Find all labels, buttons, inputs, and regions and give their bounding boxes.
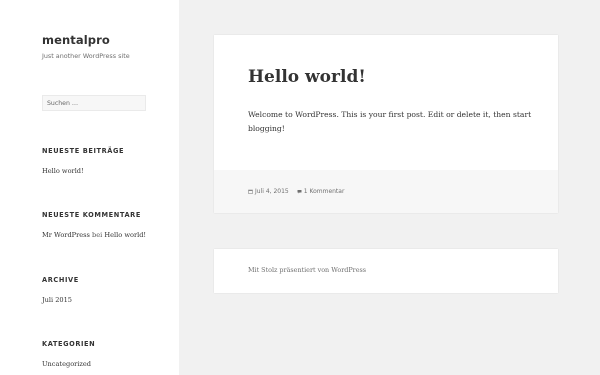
- comment-icon: [297, 190, 302, 194]
- post-meta: Juli 4, 2015 1 Kommentar: [248, 188, 344, 195]
- post-comments[interactable]: 1 Kommentar: [304, 188, 345, 195]
- category-link-text[interactable]: Uncategorized: [42, 360, 91, 368]
- categories-title: KATEGORIEN: [42, 340, 96, 348]
- recent-comments-title: NEUESTE KOMMENTARE: [42, 211, 141, 219]
- site-title[interactable]: mentalpro: [42, 33, 110, 47]
- comment-author-link[interactable]: Mr WordPress: [42, 231, 90, 239]
- comment-connector: bei: [92, 231, 103, 239]
- sidebar: mentalpro Just another WordPress site NE…: [0, 0, 179, 375]
- recent-post-link[interactable]: Hello world!: [42, 167, 84, 175]
- footer-credit-link[interactable]: Mit Stolz präsentiert von WordPress: [248, 266, 366, 274]
- category-link[interactable]: Uncategorized: [42, 360, 91, 368]
- post-footer: Juli 4, 2015 1 Kommentar: [214, 170, 558, 213]
- post-card: Hello world! Welcome to WordPress. This …: [214, 35, 558, 213]
- recent-posts-title: NEUESTE BEITRÄGE: [42, 147, 125, 155]
- post-comments-link[interactable]: 1 Kommentar: [297, 188, 345, 195]
- recent-comment-item: Mr WordPress bei Hello world!: [42, 231, 146, 239]
- site-description: Just another WordPress site: [42, 52, 130, 60]
- archive-link[interactable]: Juli 2015: [42, 296, 72, 304]
- archive-link-text[interactable]: Juli 2015: [42, 296, 72, 304]
- comment-post-link[interactable]: Hello world!: [104, 231, 146, 239]
- search-input[interactable]: [42, 95, 146, 111]
- site-footer: Mit Stolz präsentiert von WordPress: [214, 249, 558, 293]
- post-date[interactable]: Juli 4, 2015: [255, 188, 289, 195]
- post-content: Welcome to WordPress. This is your first…: [248, 110, 532, 133]
- recent-post-link-text[interactable]: Hello world!: [42, 167, 84, 175]
- post-date-link[interactable]: Juli 4, 2015: [248, 188, 289, 195]
- archives-title: ARCHIVE: [42, 276, 79, 284]
- calendar-icon: [248, 189, 253, 194]
- post-title[interactable]: Hello world!: [248, 67, 366, 87]
